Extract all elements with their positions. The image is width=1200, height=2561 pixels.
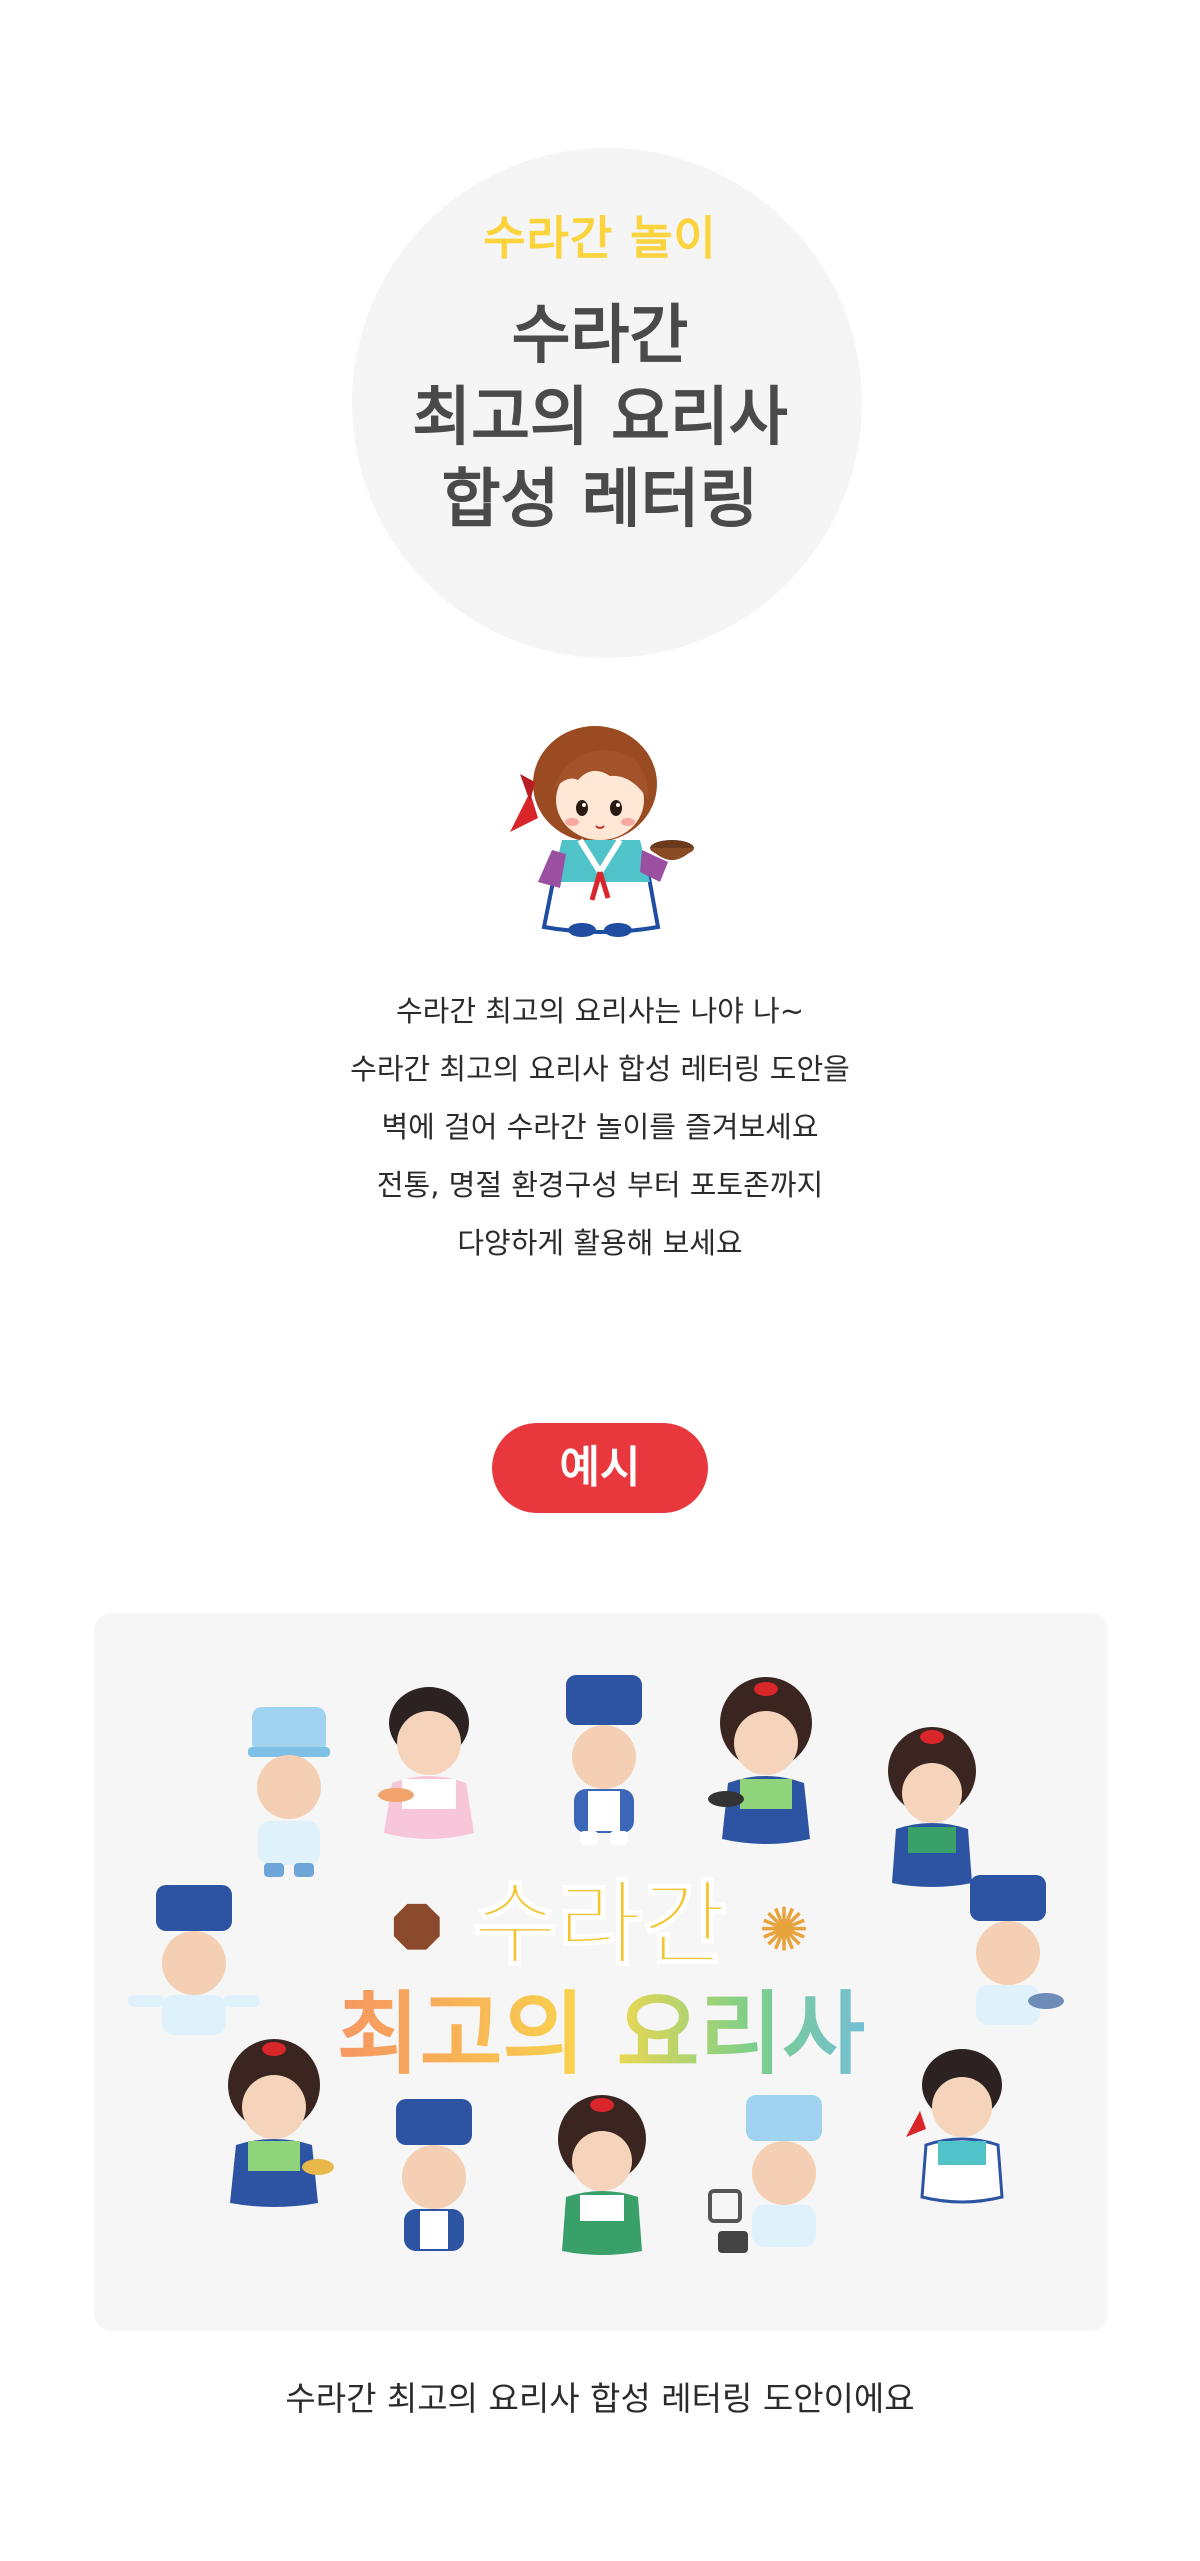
kid-chef-boy-figure	[396, 2099, 472, 2251]
kid-hanbok-girl-figure	[888, 1727, 976, 1887]
hanbok-girl-mascot-illustration	[510, 726, 694, 937]
description-line: 벽에 걸어 수라간 놀이를 즐겨보세요	[381, 1110, 819, 1144]
kid-chef-boy-figure	[248, 1707, 330, 1877]
kid-chef-boy-figure	[566, 1675, 642, 1845]
example-badge: 예시	[492, 1423, 708, 1513]
kid-hanbok-girl-figure	[906, 2049, 1004, 2204]
kid-hanbok-girl-figure	[708, 1677, 812, 1844]
banner-title-text: 수라간	[472, 1871, 728, 1978]
hero-subtitle: 수라간 놀이	[483, 211, 717, 265]
kid-chef-boy-figure	[970, 1875, 1064, 2025]
hero-title: 수라간 최고의 요리사 합성 레터링	[0, 295, 1200, 541]
example-preview-panel: ⯃ 수라간 ✺ 최고의 요리사	[94, 1613, 1108, 2331]
kid-hanbok-girl-figure	[378, 1687, 474, 1839]
hero-title-line: 최고의 요리사	[412, 381, 788, 455]
round-platter-icon: ✺	[758, 1895, 810, 1966]
kid-chef-boy-figure	[708, 2095, 822, 2253]
description-line: 다양하게 활용해 보세요	[457, 1226, 743, 1260]
description-line: 수라간 최고의 요리사 합성 레터링 도안을	[350, 1052, 850, 1086]
hero-title-line: 수라간	[511, 299, 689, 373]
example-caption: 수라간 최고의 요리사 합성 레터링 도안이에요	[285, 2379, 915, 2418]
octagon-platter-icon: ⯃	[392, 1895, 441, 1966]
kid-hanbok-girl-figure	[228, 2039, 334, 2207]
description-line: 수라간 최고의 요리사는 나야 나~	[395, 994, 804, 1028]
description: 수라간 최고의 요리사는 나야 나~ 수라간 최고의 요리사 합성 레터링 도안…	[0, 982, 1200, 1272]
hero-title-line: 합성 레터링	[441, 463, 759, 537]
description-line: 전통, 명절 환경구성 부터 포토존까지	[376, 1168, 824, 1202]
kid-chef-boy-figure	[128, 1885, 260, 2035]
kid-hanbok-girl-figure	[558, 2095, 646, 2255]
